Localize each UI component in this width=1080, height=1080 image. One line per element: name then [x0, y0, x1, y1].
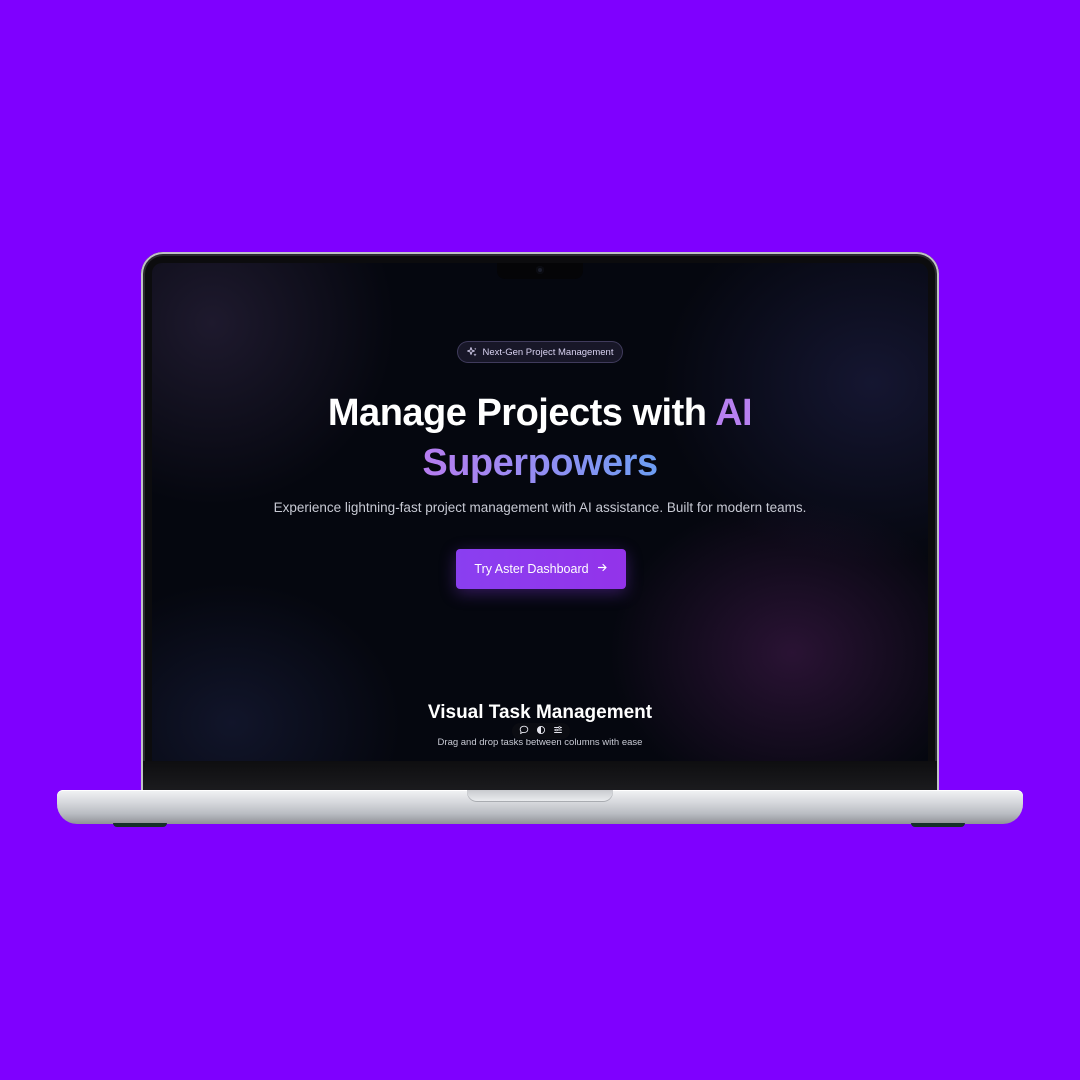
hero-title-part2: Superpowers [422, 442, 658, 484]
section-title: Visual Task Management [427, 702, 653, 723]
try-dashboard-button[interactable]: Try Aster Dashboard [456, 549, 626, 589]
cta-label: Try Aster Dashboard [474, 562, 589, 576]
hero-title-accent: AI [715, 392, 753, 434]
hero-title-part1: Manage Projects with [327, 392, 716, 434]
hero-subtitle: Experience lightning-fast project manage… [273, 500, 807, 515]
hero-title-line-2: Superpowers [152, 438, 928, 488]
sparkles-icon [466, 347, 477, 357]
contrast-icon[interactable] [536, 722, 546, 740]
laptop-foot-right [911, 823, 965, 827]
hero-title: Manage Projects with AI Superpowers [152, 388, 928, 488]
camera-icon [536, 266, 544, 274]
badge-label: Next-Gen Project Management [482, 346, 614, 358]
hero-title-line-1: Manage Projects with AI [152, 388, 928, 438]
screen-bottom-bezel [143, 761, 937, 791]
floating-toolbar [512, 723, 570, 739]
comment-icon[interactable] [519, 722, 529, 740]
laptop-foot-left [113, 823, 167, 827]
laptop-base-notch [467, 790, 613, 802]
hero-badge: Next-Gen Project Management [457, 341, 623, 363]
menu-icon[interactable] [553, 722, 563, 740]
arrow-right-icon [597, 562, 608, 576]
